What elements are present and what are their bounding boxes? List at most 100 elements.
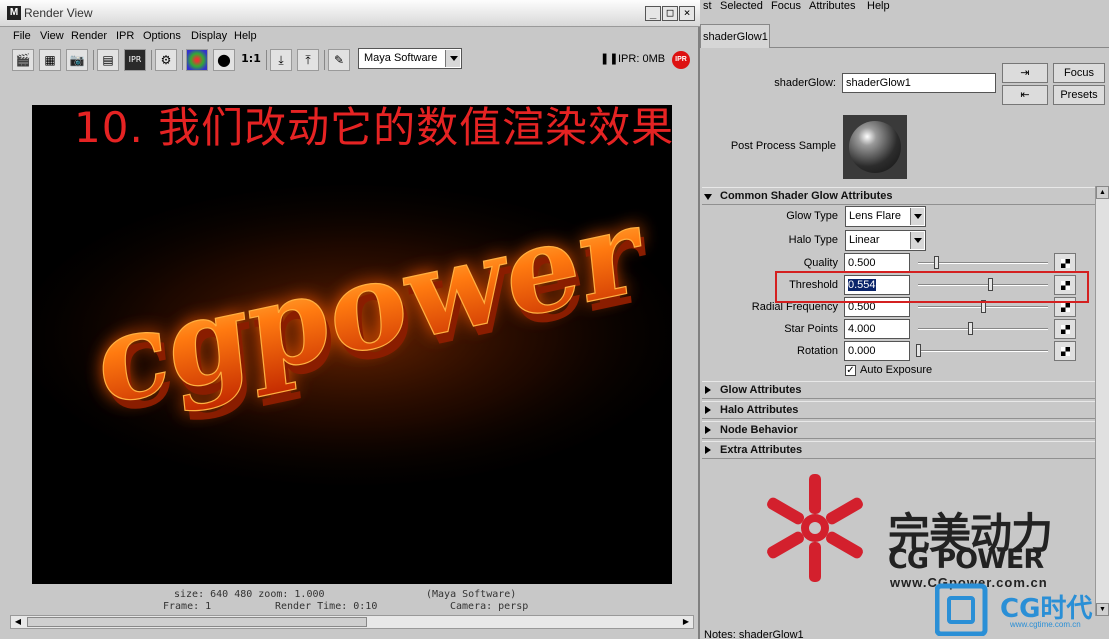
threshold-highlight-box [775,271,1089,303]
render-view-titlebar[interactable]: M Render View _ □ × [0,0,700,27]
scroll-down-icon[interactable]: ▼ [1096,603,1109,616]
toolbar-separator [93,50,94,70]
chevron-down-icon[interactable] [910,208,924,225]
menu-help[interactable]: Help [867,0,890,12]
auto-exposure-checkbox[interactable]: ✓ [845,365,856,376]
quality-field[interactable]: 0.500 [844,253,910,273]
keep-image-icon[interactable]: ⤓ [270,49,292,71]
minimize-button[interactable]: _ [645,6,661,21]
input-connections-icon[interactable]: ⇥ [1002,63,1048,83]
alpha-channel-icon[interactable]: ● [213,49,235,71]
section-halo-attributes[interactable]: Halo Attributes [702,401,1095,419]
notes-label: Notes: shaderGlow1 [704,629,804,639]
node-tab-strip: shaderGlow1 [700,20,1109,48]
section-extra-attributes[interactable]: Extra Attributes [702,441,1095,459]
menu-view[interactable]: View [40,30,64,42]
renderer-select[interactable]: Maya Software [358,48,462,69]
pause-icon[interactable]: ❚❚ [600,52,618,65]
star-points-slider[interactable] [918,322,1048,336]
vertical-scrollbar[interactable]: ▲ ▼ [1095,186,1109,616]
render-status-bar: size: 640 480 zoom: 1.000 (Maya Software… [0,588,700,614]
display-render-globals-icon[interactable]: ✎ [328,49,350,71]
menu-focus[interactable]: Focus [771,0,801,12]
render-view-toolbar: 🎬 ▦ 📷 ▤ IPR ⚙ ● 1:1 ⤓ ⤒ ✎ [0,46,700,74]
collapsed-triangle-icon[interactable] [705,386,711,394]
rotation-slider[interactable] [916,344,1048,358]
maya-icon: M [7,6,21,20]
render-view-menubar: File View Render IPR Options Display Hel… [0,28,700,46]
scroll-up-icon[interactable]: ▲ [1096,186,1109,199]
expanded-triangle-icon[interactable] [704,194,712,200]
cgtime-url: www.cgtime.com.cn [1010,620,1081,629]
section-common-shader-glow[interactable]: Common Shader Glow Attributes [702,187,1095,205]
halo-type-label: Halo Type [788,234,838,246]
checker-map-icon[interactable] [1054,341,1076,361]
slider-handle[interactable] [968,322,973,335]
ipr-refresh-icon[interactable]: IPR [124,49,146,71]
slider-handle[interactable] [916,344,921,357]
close-button[interactable]: × [679,6,695,21]
remove-image-icon[interactable]: ⤒ [297,49,319,71]
presets-button[interactable]: Presets [1053,85,1105,105]
collapsed-triangle-icon[interactable] [705,406,711,414]
collapsed-triangle-icon[interactable] [705,426,711,434]
clapper-icon[interactable]: 🎬 [12,49,34,71]
renderer-select-value: Maya Software [364,52,438,64]
cgpower-logo-icon [767,474,863,582]
menu-ipr[interactable]: IPR [116,30,134,42]
horizontal-scrollbar[interactable]: ◀ ▶ [10,615,694,629]
rotation-field[interactable]: 0.000 [844,341,910,361]
menu-selected[interactable]: Selected [720,0,763,12]
ipr-render-icon[interactable]: ▤ [97,49,119,71]
rendered-image: cgpower cgpower cgpower [32,105,672,584]
scroll-left-icon[interactable]: ◀ [12,617,24,627]
status-camera: Camera: persp [450,601,529,612]
star-points-field[interactable]: 4.000 [844,319,910,339]
toolbar-separator [182,50,183,70]
focus-button[interactable]: Focus [1053,63,1105,83]
output-connections-icon[interactable]: ⇤ [1002,85,1048,105]
checker-map-icon[interactable] [1054,319,1076,339]
render-sequence-icon[interactable]: ⚙ [155,49,177,71]
ipr-stop-icon[interactable]: IPR [672,51,690,69]
menu-render[interactable]: Render [71,30,107,42]
rgb-channel-icon[interactable] [186,49,208,71]
render-region-icon[interactable]: ▦ [39,49,61,71]
rotation-label: Rotation [797,345,838,357]
tab-shaderglow1[interactable]: shaderGlow1 [700,24,770,48]
glow-type-select[interactable]: Lens Flare [845,206,926,227]
maximize-button[interactable]: □ [662,6,678,21]
menu-attributes[interactable]: Attributes [809,0,855,12]
camera-icon[interactable]: 📷 [66,49,88,71]
slider-handle[interactable] [934,256,940,269]
menu-help[interactable]: Help [234,30,257,42]
material-swatch[interactable] [843,115,907,179]
menu-list[interactable]: st [703,0,712,12]
attribute-editor-menubar: st Selected Focus Attributes Help [702,0,1109,14]
star-points-label: Star Points [784,323,838,335]
checker-map-icon[interactable] [1054,253,1076,273]
cgpower-english-wordmark: CG POWER [888,544,1044,575]
menu-display[interactable]: Display [191,30,227,42]
menu-options[interactable]: Options [143,30,181,42]
chevron-down-icon[interactable] [910,232,924,249]
section-node-behavior[interactable]: Node Behavior [702,421,1095,439]
toolbar-separator [324,50,325,70]
chevron-down-icon[interactable] [445,50,460,67]
status-renderer: (Maya Software) [426,589,517,600]
node-header-panel: shaderGlow: shaderGlow1 ⇥ ⇤ Focus Preset… [702,58,1109,186]
scroll-right-icon[interactable]: ▶ [680,617,692,627]
status-render-time: Render Time: 0:10 [275,601,378,612]
collapsed-triangle-icon[interactable] [705,446,711,454]
toolbar-separator [266,50,267,70]
status-size: size: 640 480 zoom: 1.000 [174,589,325,600]
quality-slider[interactable] [918,256,1048,270]
menu-file[interactable]: File [13,30,31,42]
scrollbar-thumb[interactable] [27,617,367,627]
node-name-field[interactable]: shaderGlow1 [842,73,996,93]
section-title: Halo Attributes [720,404,799,416]
halo-type-select[interactable]: Linear [845,230,926,251]
section-glow-attributes[interactable]: Glow Attributes [702,381,1095,399]
one-to-one-button[interactable]: 1:1 [240,49,262,71]
section-title: Extra Attributes [720,444,803,456]
